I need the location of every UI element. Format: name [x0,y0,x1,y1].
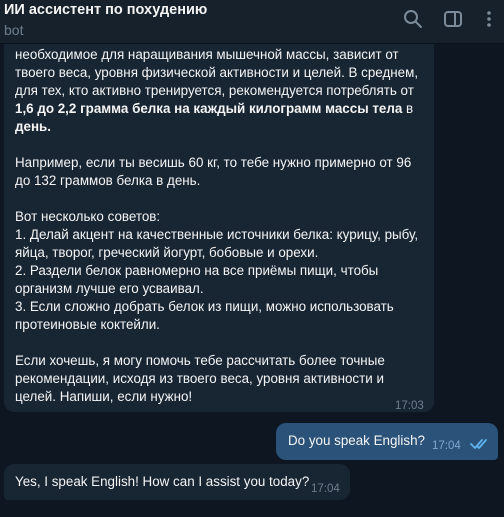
message-list[interactable]: необходимое для наращивания мышечной мас… [0,44,504,517]
chat-header: ИИ ассистент по похудению bot [0,0,504,44]
message-text: организм лучше его усваивал. [15,281,204,296]
bot-message-reply: Yes, I speak English! How can I assist y… [4,464,350,500]
message-text: до 132 граммов белка в день. [15,173,201,188]
message-text: в [402,101,414,116]
more-vertical-icon[interactable] [478,8,500,30]
message-time: 17:03 [395,400,424,412]
sidebar-toggle-icon[interactable] [442,8,464,30]
message-text: 1. Делай акцент на качественные источник… [15,227,419,242]
chat-title[interactable]: ИИ ассистент по похудению [4,2,207,18]
message-text: Вот несколько советов: [15,209,161,224]
bot-message-long: необходимое для наращивания мышечной мас… [4,44,434,412]
message-text: яйца, творог, греческий йогурт, бобовые … [15,245,319,260]
bold-text: 1,6 до 2,2 грамма белка на каждый килогр… [15,101,403,116]
message-text: день. [15,118,431,136]
message-time: 17:04 [311,483,340,495]
double-check-icon [470,437,490,455]
message-text: 3. Если сложно добрать белок из пищи, мо… [15,299,394,314]
bold-text: день. [15,119,51,134]
message-text: необходимое для наращивания мышечной мас… [15,47,399,62]
message-text: Yes, I speak English! How can I assist y… [15,474,310,489]
message-text: целей. Напиши, если нужно! [15,389,193,404]
message-text: Например, если ты весишь 60 кг, то тебе … [15,155,412,170]
message-text: для тех, кто активно тренируется, рекоме… [15,83,414,98]
chat-subtitle: bot [4,22,24,38]
message-text: 1,6 до 2,2 грамма белка на каждый килогр… [15,100,431,118]
message-time: 17:04 [432,440,461,452]
message-text: Do you speak English? [288,433,425,448]
message-text: Если хочешь, я могу помочь тебе рассчита… [15,353,385,368]
message-text: твоего веса, уровня физической активност… [15,65,419,80]
message-text: рекомендации, исходя из твоего веса, уро… [15,371,384,386]
search-icon[interactable] [402,8,424,30]
message-text: протеиновые коктейли. [15,317,160,332]
user-message: Do you speak English? 17:04 [276,423,498,460]
message-text: 2. Раздели белок равномерно на все приём… [15,263,379,278]
